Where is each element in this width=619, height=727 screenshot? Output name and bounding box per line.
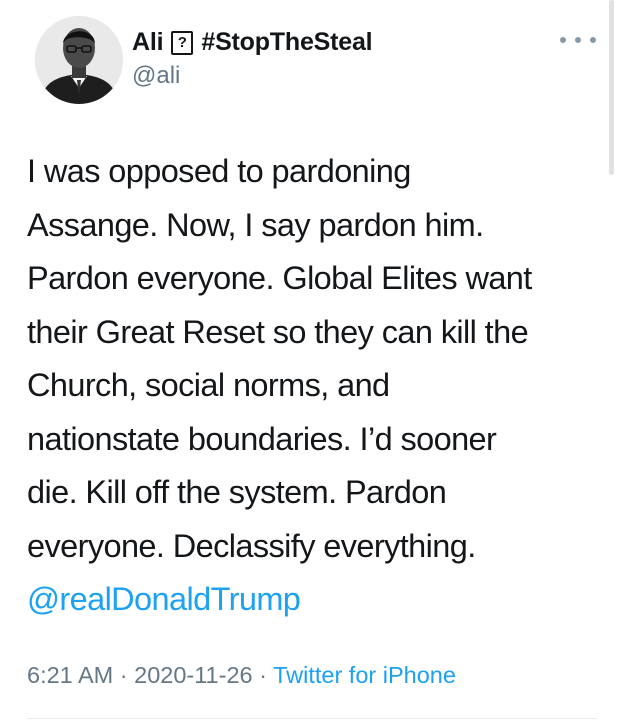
dot — [560, 37, 566, 43]
source-link[interactable]: Twitter for iPhone — [273, 662, 456, 688]
meta-separator: · — [113, 662, 135, 688]
author-name-row[interactable]: Ali ? #StopTheSteal — [132, 28, 373, 57]
tweet-meta: 6:21 AM · 2020-11-26 · Twitter for iPhon… — [27, 662, 456, 689]
tweet-text-line: Assange. Now, I say pardon him. — [27, 206, 484, 243]
tweet-text-line: Church, social norms, and — [27, 367, 390, 403]
tweet-date[interactable]: 2020-11-26 — [134, 662, 252, 688]
tweet-text-line: Pardon everyone. Global Elites want — [27, 260, 532, 296]
tweet-text: I was opposed to pardoning Assange. Now,… — [27, 145, 597, 627]
user-handle[interactable]: @ali — [132, 62, 180, 90]
dot — [575, 37, 581, 43]
scrollbar[interactable] — [609, 0, 614, 175]
avatar[interactable] — [35, 16, 123, 104]
meta-separator: · — [252, 662, 274, 688]
name-hashtag: #StopTheSteal — [201, 28, 373, 56]
divider — [27, 718, 597, 719]
tweet-text-line: nationstate boundaries. I’d sooner — [27, 420, 497, 457]
tweet-text-line: their Great Reset so they can kill the — [27, 313, 529, 350]
tweet-text-line: die. Kill off the system. Pardon — [27, 474, 447, 510]
mention-link[interactable]: @realDonaldTrump — [27, 573, 597, 627]
avatar-photo — [35, 16, 123, 104]
more-dots-icon[interactable] — [560, 30, 596, 50]
tweet: Ali ? #StopTheSteal @ali I was opposed t… — [0, 0, 619, 727]
dot — [590, 37, 596, 43]
tweet-text-line: everyone. Declassify everything. — [27, 527, 476, 564]
tweet-text-line: I was opposed to pardoning — [27, 153, 411, 189]
unsupported-emoji-icon: ? — [171, 30, 194, 55]
display-name[interactable]: Ali — [132, 28, 164, 57]
tweet-time[interactable]: 6:21 AM — [27, 662, 113, 688]
